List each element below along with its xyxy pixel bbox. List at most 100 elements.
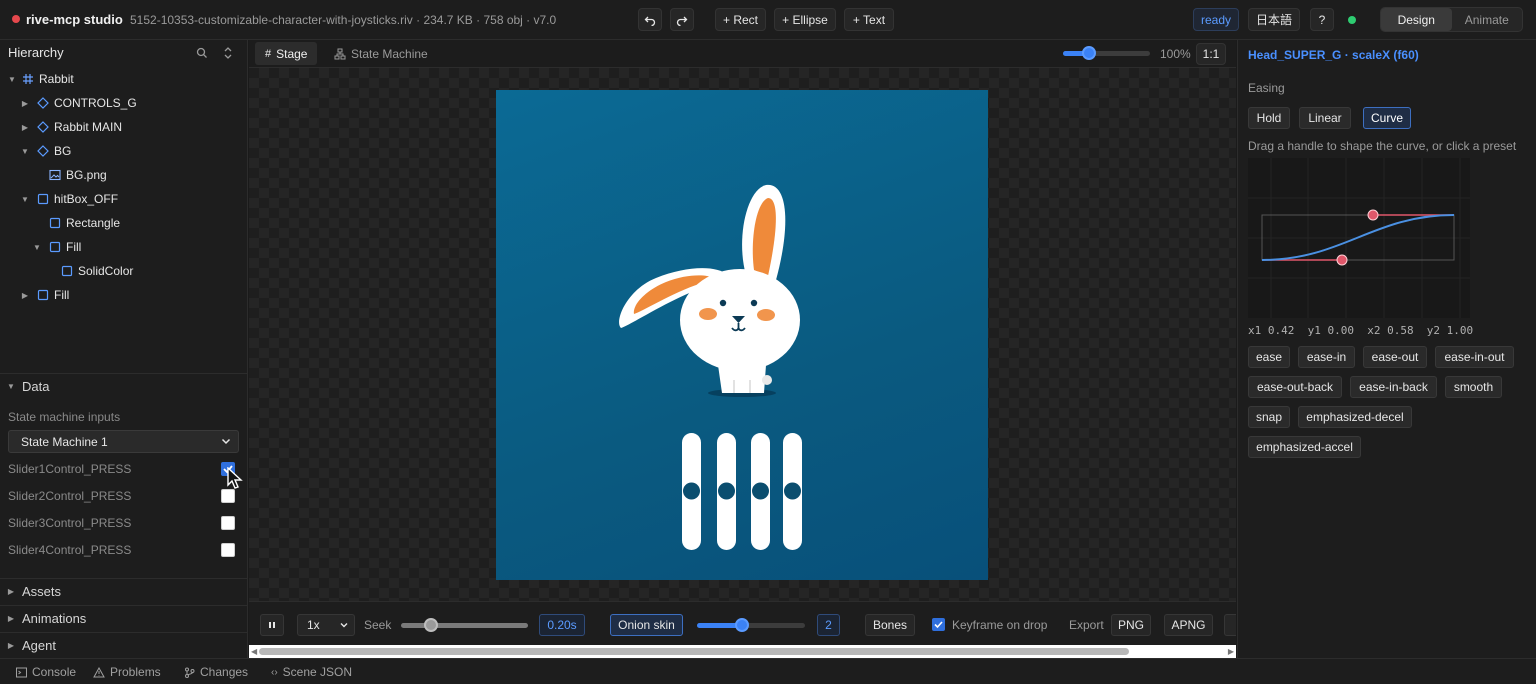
speed-select[interactable]: 1x [297, 614, 355, 636]
preset-ease-in[interactable]: ease-in [1298, 346, 1355, 368]
seek-slider-thumb[interactable] [424, 618, 438, 632]
add-rect-button[interactable]: + Rect [715, 8, 766, 31]
changes-tab[interactable]: Changes [184, 665, 248, 679]
tree-item-label: Rectangle [66, 216, 121, 230]
caret-down-icon[interactable]: ▼ [7, 75, 17, 84]
tab-stage[interactable]: # Stage [255, 42, 318, 65]
zoom-reset-button[interactable]: 1:1 [1196, 43, 1226, 65]
keyframe-on-drop-checkbox[interactable] [932, 618, 945, 631]
preset-ease-in-back[interactable]: ease-in-back [1350, 376, 1437, 398]
bones-toggle[interactable]: Bones [865, 614, 915, 636]
preset-smooth[interactable]: smooth [1445, 376, 1502, 398]
console-icon [16, 667, 27, 677]
scene-json-tab[interactable]: ‹› Scene JSON [271, 665, 352, 679]
pause-icon [269, 622, 275, 628]
tree-item-fill[interactable]: ▼ Fill [0, 235, 247, 259]
onion-skin-toggle[interactable]: Onion skin [610, 614, 683, 636]
preset-ease-out[interactable]: ease-out [1363, 346, 1427, 368]
state-machine-select[interactable]: State Machine 1 [8, 430, 239, 453]
preset-snap[interactable]: snap [1248, 406, 1290, 428]
input-label: Slider1Control_PRESS [8, 462, 132, 476]
zoom-slider[interactable] [1063, 46, 1150, 60]
onion-skin-slider[interactable] [697, 618, 805, 632]
input-checkbox[interactable] [221, 489, 235, 503]
scroll-left-icon[interactable]: ◀ [251, 647, 257, 656]
joystick-slider-3[interactable] [751, 433, 770, 550]
agent-section-header[interactable]: ▶ Agent [0, 632, 247, 658]
joystick-slider-1[interactable] [682, 433, 701, 550]
add-ellipse-button[interactable]: + Ellipse [774, 8, 836, 31]
problems-tab[interactable]: Problems [93, 665, 161, 679]
mode-design-button[interactable]: Design [1381, 8, 1452, 31]
tree-item-rectangle[interactable]: Rectangle [0, 211, 247, 235]
data-section-title: Data [22, 379, 50, 394]
export-png-button[interactable]: PNG [1111, 614, 1151, 636]
caret-right-icon[interactable]: ▶ [20, 291, 30, 300]
redo-button[interactable] [670, 8, 694, 31]
preset-ease-in-out[interactable]: ease-in-out [1435, 346, 1514, 368]
zoom-slider-thumb[interactable] [1082, 46, 1096, 60]
tree-item-rabbit-main[interactable]: ▶ Rabbit MAIN [0, 115, 247, 139]
scroll-right-icon[interactable]: ▶ [1228, 647, 1234, 656]
curve-handle-1[interactable] [1336, 254, 1348, 266]
input-label: Slider2Control_PRESS [8, 489, 132, 503]
easing-curve-editor[interactable] [1248, 158, 1470, 318]
curve-handle-2[interactable] [1367, 209, 1379, 221]
preset-ease-out-back[interactable]: ease-out-back [1248, 376, 1342, 398]
caret-down-icon[interactable]: ▼ [32, 243, 42, 252]
artboard[interactable] [496, 90, 988, 580]
caret-down-icon[interactable]: ▼ [20, 195, 30, 204]
export-more-button[interactable] [1224, 614, 1236, 636]
tab-state-machine[interactable]: State Machine [324, 42, 438, 65]
tree-item-controls-g[interactable]: ▶ CONTROLS_G [0, 91, 247, 115]
horizontal-scrollbar[interactable]: ◀ ▶ [249, 645, 1236, 658]
center-panel: # Stage State Machine 100% 1:1 1x Seek 0… [249, 40, 1236, 658]
undo-button[interactable] [638, 8, 662, 31]
shape-icon [36, 288, 50, 302]
input-label: Slider4Control_PRESS [8, 543, 132, 557]
shape-icon [48, 216, 62, 230]
help-button[interactable]: ? [1310, 8, 1334, 31]
seek-slider[interactable] [401, 618, 528, 632]
easing-mode-hold[interactable]: Hold [1248, 107, 1290, 129]
language-button[interactable]: 日本語 [1248, 8, 1300, 31]
tree-item-label: Fill [54, 288, 70, 302]
tree-item-rabbit[interactable]: ▼ Rabbit [0, 67, 247, 91]
tree-item-bg[interactable]: ▼ BG [0, 139, 247, 163]
expand-collapse-icon[interactable] [222, 46, 234, 60]
mode-animate-button[interactable]: Animate [1452, 8, 1523, 31]
tree-item-fill-2[interactable]: ▶ Fill [0, 283, 247, 307]
tree-item-bg-png[interactable]: BG.png [0, 163, 247, 187]
caret-right-icon: ▶ [7, 641, 15, 650]
caret-right-icon[interactable]: ▶ [20, 123, 30, 132]
animations-section-header[interactable]: ▶ Animations [0, 605, 247, 631]
preset-ease[interactable]: ease [1248, 346, 1290, 368]
preset-emphasized-decel[interactable]: emphasized-decel [1298, 406, 1412, 428]
input-checkbox[interactable] [221, 543, 235, 557]
console-tab[interactable]: Console [16, 665, 76, 679]
joystick-sliders[interactable] [496, 90, 988, 580]
joystick-slider-2[interactable] [717, 433, 736, 550]
add-text-button[interactable]: + Text [844, 8, 894, 31]
scrollbar-thumb[interactable] [259, 648, 1129, 655]
stage-canvas[interactable] [249, 68, 1236, 601]
input-checkbox[interactable] [221, 516, 235, 530]
tree-item-hitbox-off[interactable]: ▼ hitBox_OFF [0, 187, 247, 211]
caret-down-icon[interactable]: ▼ [20, 147, 30, 156]
onion-skin-slider-thumb[interactable] [735, 618, 749, 632]
easing-curve-graph[interactable] [1248, 158, 1470, 318]
console-tab-label: Console [32, 665, 77, 679]
assets-section-header[interactable]: ▶ Assets [0, 578, 247, 604]
data-section-header[interactable]: ▼ Data [0, 373, 247, 399]
pause-button[interactable] [260, 614, 284, 636]
caret-right-icon[interactable]: ▶ [20, 99, 30, 108]
zoom-level: 100% [1160, 47, 1191, 61]
tree-item-solidcolor[interactable]: SolidColor [0, 259, 247, 283]
preset-emphasized-accel[interactable]: emphasized-accel [1248, 436, 1361, 458]
joystick-slider-4[interactable] [783, 433, 802, 550]
easing-mode-curve[interactable]: Curve [1363, 107, 1411, 129]
easing-mode-linear[interactable]: Linear [1299, 107, 1351, 129]
search-icon[interactable] [196, 47, 208, 59]
export-apng-button[interactable]: APNG [1164, 614, 1213, 636]
image-icon [48, 168, 62, 182]
